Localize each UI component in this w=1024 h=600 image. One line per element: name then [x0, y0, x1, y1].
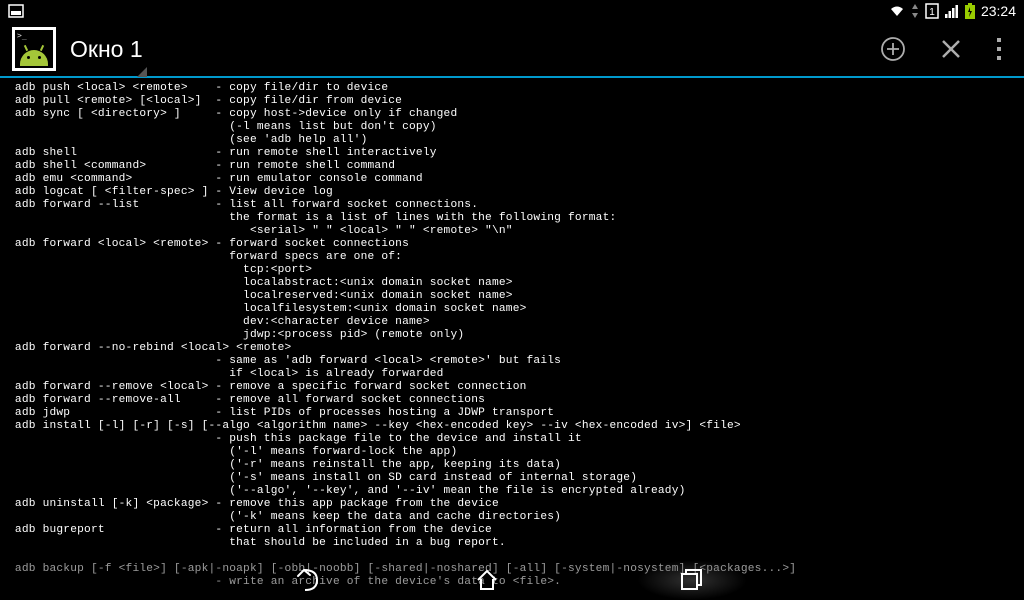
screenshot-notification-icon [8, 4, 24, 18]
sim-icon: 1 [925, 3, 939, 19]
add-window-button[interactable] [880, 36, 906, 62]
battery-charging-icon [965, 3, 975, 19]
dropdown-indicator-icon [137, 67, 147, 77]
signal-icon [945, 4, 959, 18]
navigation-bar [0, 560, 1024, 600]
close-window-button[interactable] [940, 38, 962, 60]
title-bar: >_ Окно 1 [0, 22, 1024, 76]
back-button[interactable] [277, 560, 337, 600]
wifi-icon [889, 4, 905, 18]
window-tab-label: Окно 1 [70, 36, 143, 62]
window-tab[interactable]: Окно 1 [70, 36, 143, 63]
status-time: 23:24 [981, 3, 1016, 19]
terminal-output[interactable]: adb push <local> <remote> - copy file/di… [0, 78, 1024, 593]
overflow-menu-button[interactable] [996, 37, 1002, 61]
recent-apps-button[interactable] [637, 560, 747, 600]
updown-icon [911, 4, 919, 18]
svg-text:1: 1 [929, 7, 935, 18]
app-icon[interactable]: >_ [12, 27, 56, 71]
terminal-text: adb push <local> <remote> - copy file/di… [8, 82, 796, 588]
home-button[interactable] [457, 560, 517, 600]
status-bar: 1 23:24 [0, 0, 1024, 22]
